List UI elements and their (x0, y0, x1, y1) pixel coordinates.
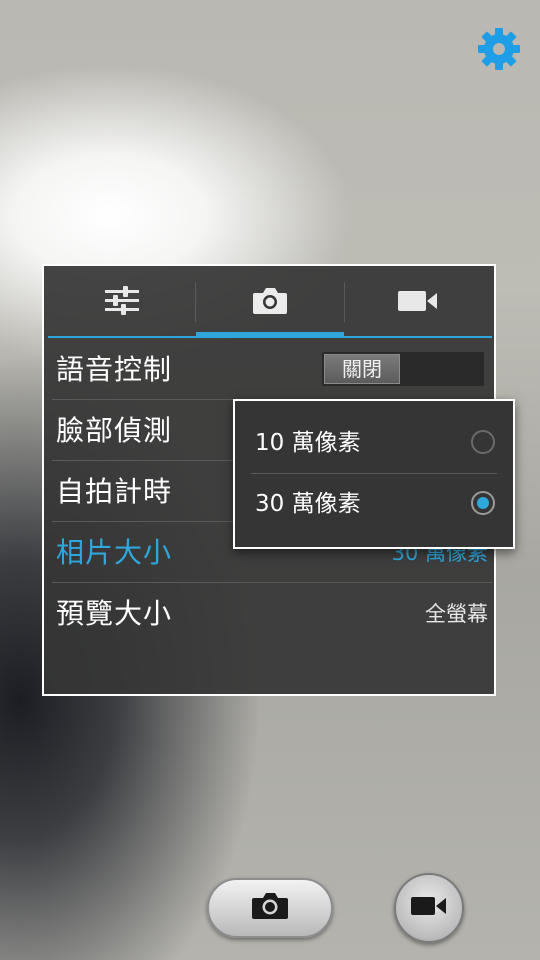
camera-icon (252, 286, 288, 320)
video-record-button[interactable] (394, 873, 464, 943)
tab-active-indicator (196, 332, 344, 338)
toggle-knob[interactable]: 關閉 (324, 354, 400, 384)
option-label: 30 萬像素 (255, 491, 361, 517)
row-divider (52, 582, 492, 583)
tab-general-settings[interactable] (48, 266, 196, 340)
radio-button-selected[interactable] (471, 491, 495, 515)
setting-voice-control[interactable]: 語音控制 關閉 (52, 340, 492, 400)
setting-label: 相片大小 (56, 536, 173, 569)
tab-camera-settings[interactable] (196, 266, 344, 340)
picture-size-popup: 10 萬像素 30 萬像素 (233, 399, 515, 549)
video-camera-icon (398, 289, 438, 317)
setting-label: 臉部偵測 (56, 414, 173, 447)
picture-size-option[interactable]: 30 萬像素 (235, 474, 513, 534)
picture-size-option[interactable]: 10 萬像素 (235, 413, 513, 473)
setting-label: 語音控制 (56, 353, 173, 386)
setting-label: 預覽大小 (56, 597, 173, 630)
camera-icon (251, 891, 289, 925)
setting-preview-size[interactable]: 預覽大小 全螢幕 (52, 584, 492, 644)
tab-video-settings[interactable] (344, 266, 492, 340)
option-label: 10 萬像素 (255, 430, 361, 456)
settings-tabs (44, 266, 494, 340)
gear-icon[interactable] (476, 26, 522, 72)
video-camera-icon (411, 895, 447, 921)
voice-control-toggle[interactable]: 關閉 (322, 352, 484, 386)
radio-button[interactable] (471, 430, 495, 454)
shutter-button[interactable] (207, 878, 333, 938)
setting-value: 全螢幕 (425, 602, 488, 626)
sliders-icon (105, 285, 139, 321)
setting-label: 自拍計時 (56, 475, 173, 508)
